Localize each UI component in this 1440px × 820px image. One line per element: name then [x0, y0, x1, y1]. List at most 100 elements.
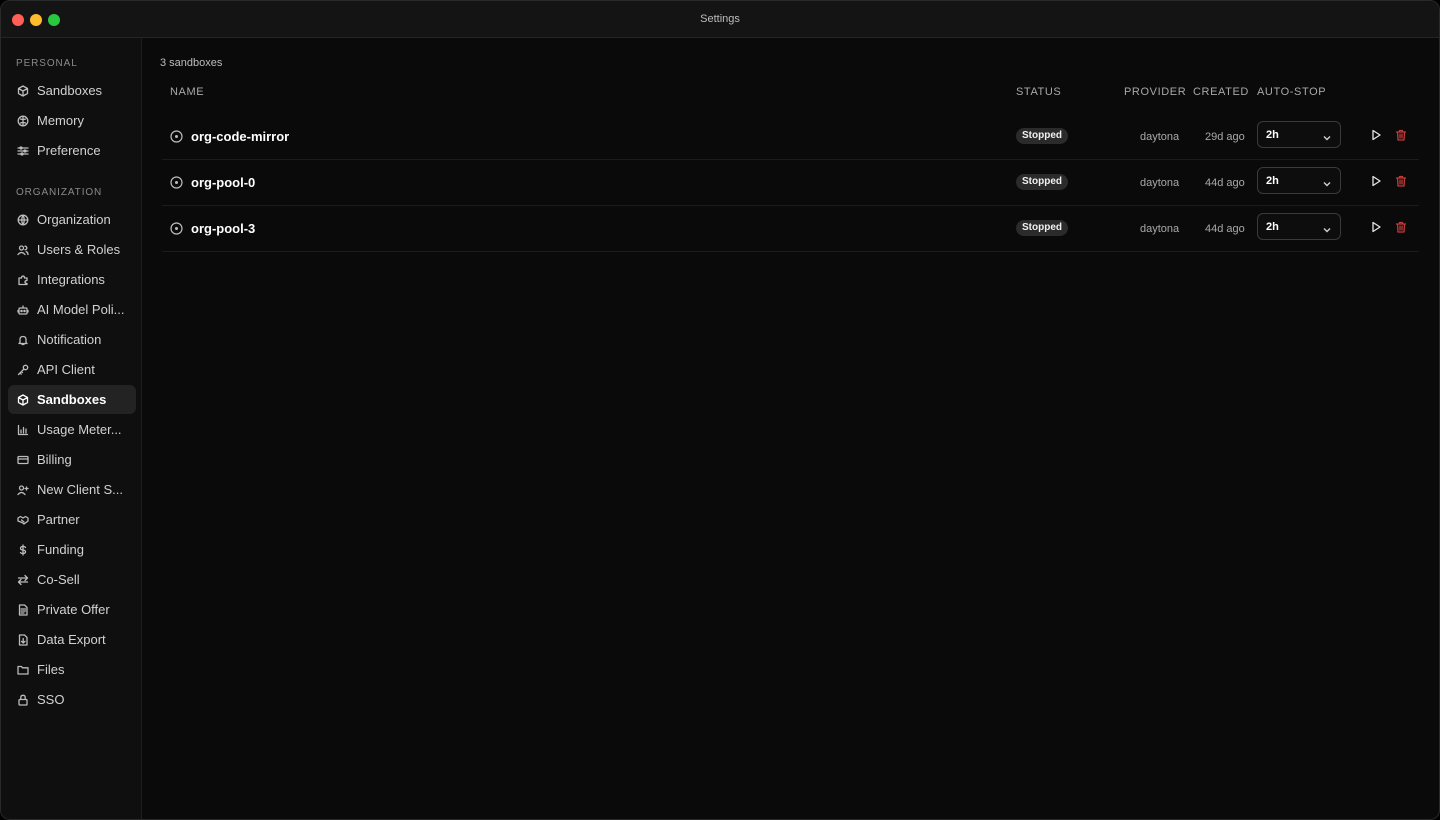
- trash-icon[interactable]: [1395, 128, 1409, 142]
- puzzle-icon: [16, 273, 29, 286]
- sidebar-item-label: Funding: [37, 542, 84, 557]
- column-header-auto-stop[interactable]: AUTO-STOP: [1257, 86, 1326, 98]
- trash-icon[interactable]: [1395, 174, 1409, 188]
- sandbox-status-icon: [170, 130, 183, 143]
- sidebar-item-label: Notification: [37, 332, 102, 347]
- sidebar-item-label: Memory: [37, 113, 84, 128]
- cube-icon: [16, 393, 29, 406]
- column-header-created[interactable]: CREATED: [1193, 86, 1249, 98]
- sidebar-item-private-offer[interactable]: Private Offer: [8, 595, 136, 624]
- sidebar-item-data-export[interactable]: Data Export: [8, 625, 136, 654]
- sidebar-item-label: Billing: [37, 452, 72, 467]
- created-cell: 29d ago: [1205, 131, 1245, 143]
- user-plus-icon: [16, 483, 29, 496]
- credit-card-icon: [16, 453, 29, 466]
- provider-cell: daytona: [1140, 223, 1180, 235]
- section-label-personal: PERSONAL: [16, 58, 78, 69]
- table-row[interactable]: org-pool-0 Stopped daytona 44d ago 2h: [162, 160, 1419, 206]
- sidebar-item-usage-metering[interactable]: Usage Meter...: [8, 415, 136, 444]
- window-title: Settings: [700, 13, 740, 25]
- sidebar: PERSONAL Sandboxes Memory Preference ORG…: [1, 38, 142, 819]
- folder-icon: [16, 663, 29, 676]
- handshake-icon: [16, 513, 29, 526]
- sandbox-status-icon: [170, 176, 183, 189]
- column-header-name[interactable]: NAME: [170, 86, 204, 98]
- sidebar-item-organization[interactable]: Organization: [8, 205, 136, 234]
- globe-icon: [16, 213, 29, 226]
- auto-stop-value: 2h: [1266, 175, 1279, 187]
- provider-cell: daytona: [1140, 131, 1180, 143]
- sidebar-item-files[interactable]: Files: [8, 655, 136, 684]
- created-cell: 44d ago: [1205, 223, 1245, 235]
- sidebar-item-label: Users & Roles: [37, 242, 121, 257]
- settings-window: Settings PERSONAL Sandboxes Memory Prefe…: [0, 0, 1440, 820]
- sidebar-item-sso[interactable]: SSO: [8, 685, 136, 714]
- sliders-icon: [16, 144, 29, 157]
- sidebar-item-label: Data Export: [37, 632, 106, 647]
- sidebar-item-users-roles[interactable]: Users & Roles: [8, 235, 136, 264]
- robot-icon: [16, 303, 29, 316]
- section-label-organization: ORGANIZATION: [16, 187, 103, 198]
- brain-icon: [16, 114, 29, 127]
- sidebar-item-integrations[interactable]: Integrations: [8, 265, 136, 294]
- chevron-down-icon: [1322, 222, 1332, 233]
- status-badge: Stopped: [1016, 174, 1068, 190]
- sidebar-item-co-sell[interactable]: Co-Sell: [8, 565, 136, 594]
- users-icon: [16, 243, 29, 256]
- trash-icon[interactable]: [1395, 220, 1409, 234]
- sidebar-item-label: AI Model Poli...: [37, 302, 125, 317]
- table-row[interactable]: org-code-mirror Stopped daytona 29d ago …: [162, 114, 1419, 160]
- sidebar-item-personal-sandboxes[interactable]: Sandboxes: [8, 76, 136, 105]
- sidebar-item-sandboxes[interactable]: Sandboxes: [8, 385, 136, 414]
- sidebar-item-label: Integrations: [37, 272, 105, 287]
- bar-chart-icon: [16, 423, 29, 436]
- sidebar-item-preference[interactable]: Preference: [8, 136, 136, 165]
- auto-stop-value: 2h: [1266, 129, 1279, 141]
- sidebar-item-label: API Client: [37, 362, 95, 377]
- sidebar-item-label: Private Offer: [37, 602, 110, 617]
- column-header-provider[interactable]: PROVIDER: [1124, 86, 1186, 98]
- sidebar-item-label: Files: [37, 662, 65, 677]
- key-icon: [16, 363, 29, 376]
- sandbox-name: org-code-mirror: [191, 129, 290, 144]
- sidebar-item-memory[interactable]: Memory: [8, 106, 136, 135]
- sidebar-item-label: SSO: [37, 692, 65, 707]
- sandbox-name: org-pool-3: [191, 221, 256, 236]
- auto-stop-select[interactable]: 2h: [1257, 213, 1341, 240]
- sidebar-item-funding[interactable]: Funding: [8, 535, 136, 564]
- chevron-down-icon: [1322, 176, 1332, 187]
- lock-icon: [16, 693, 29, 706]
- main-content: 3 sandboxes NAME STATUS PROVIDER CREATED…: [142, 38, 1439, 819]
- column-header-status[interactable]: STATUS: [1016, 86, 1061, 98]
- auto-stop-select[interactable]: 2h: [1257, 121, 1341, 148]
- sidebar-item-label: New Client S...: [37, 482, 123, 497]
- play-icon[interactable]: [1370, 128, 1384, 142]
- title-bar: Settings: [1, 1, 1439, 38]
- arrows-swap-icon: [16, 573, 29, 586]
- play-icon[interactable]: [1370, 174, 1384, 188]
- status-badge: Stopped: [1016, 128, 1068, 144]
- sidebar-item-label: Co-Sell: [37, 572, 80, 587]
- sidebar-item-new-client-setup[interactable]: New Client S...: [8, 475, 136, 504]
- sidebar-item-label: Sandboxes: [37, 83, 103, 98]
- sidebar-item-label: Organization: [37, 212, 111, 227]
- provider-cell: daytona: [1140, 177, 1180, 189]
- sidebar-item-api-client[interactable]: API Client: [8, 355, 136, 384]
- sidebar-item-partner[interactable]: Partner: [8, 505, 136, 534]
- sidebar-item-notification[interactable]: Notification: [8, 325, 136, 354]
- sidebar-item-billing[interactable]: Billing: [8, 445, 136, 474]
- chevron-down-icon: [1322, 130, 1332, 141]
- sandbox-count: 3 sandboxes: [160, 57, 223, 69]
- auto-stop-select[interactable]: 2h: [1257, 167, 1341, 194]
- sandbox-name: org-pool-0: [191, 175, 256, 190]
- dollar-icon: [16, 543, 29, 556]
- created-cell: 44d ago: [1205, 177, 1245, 189]
- play-icon[interactable]: [1370, 220, 1384, 234]
- sidebar-item-label: Preference: [37, 143, 101, 158]
- sandbox-status-icon: [170, 222, 183, 235]
- table-row[interactable]: org-pool-3 Stopped daytona 44d ago 2h: [162, 206, 1419, 252]
- cube-icon: [16, 84, 29, 97]
- sidebar-item-label: Partner: [37, 512, 80, 527]
- sidebar-item-ai-model-policy[interactable]: AI Model Poli...: [8, 295, 136, 324]
- document-icon: [16, 603, 29, 616]
